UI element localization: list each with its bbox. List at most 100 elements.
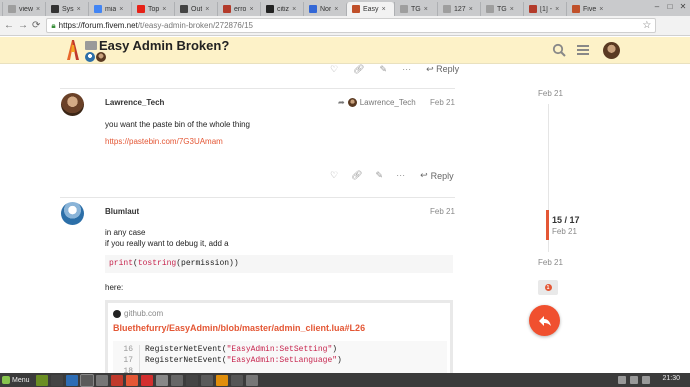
taskbar-app-icon[interactable]	[185, 374, 198, 386]
taskbar-app-icon[interactable]	[200, 374, 213, 386]
participant-avatar[interactable]	[85, 52, 95, 62]
browser-tab[interactable]: Nor ×	[303, 2, 346, 16]
reply-to-avatar	[347, 98, 357, 107]
taskbar-app-icon[interactable]	[155, 374, 168, 386]
tab-close-icon[interactable]: ×	[162, 6, 166, 13]
taskbar-app-icon[interactable]	[65, 374, 78, 386]
tab-favicon-icon	[400, 5, 408, 13]
bookmark-star-icon[interactable]: ☆	[642, 20, 651, 31]
tab-close-icon[interactable]: ×	[424, 6, 428, 13]
volume-icon[interactable]	[630, 376, 638, 384]
timeline-end-date[interactable]: Feb 21	[538, 258, 563, 267]
tab-close-icon[interactable]: ×	[292, 6, 296, 13]
tab-close-icon[interactable]: ×	[119, 6, 123, 13]
browser-tab[interactable]: Five ×	[566, 2, 609, 16]
line-number: 16	[123, 345, 133, 354]
taskbar-app-icon[interactable]	[35, 374, 48, 386]
battery-icon[interactable]	[642, 376, 650, 384]
tab-close-icon[interactable]: ×	[469, 6, 473, 13]
post-date[interactable]: Feb 21	[430, 207, 455, 216]
tab-close-icon[interactable]: ×	[77, 6, 81, 13]
reply-button[interactable]: ↩ Reply	[420, 170, 454, 181]
maximize-icon[interactable]: □	[665, 1, 675, 11]
onebox-file-link[interactable]: Bluethefurry/EasyAdmin/blob/master/admin…	[113, 323, 365, 333]
edit-icon[interactable]: ✎	[376, 170, 384, 181]
tab-title: erro	[234, 5, 247, 13]
post-body-line: here:	[105, 283, 124, 292]
pastebin-link[interactable]: https://pastebin.com/7G3UAmam	[105, 137, 223, 146]
share-link-icon[interactable]: 🔗︎	[351, 170, 362, 181]
search-icon[interactable]	[552, 43, 566, 57]
timeline-start-date[interactable]: Feb 21	[538, 89, 563, 98]
address-bar[interactable]: 🔒︎ https://forum.fivem.net/t/easy-admin-…	[46, 18, 657, 33]
back-icon[interactable]: ←	[4, 19, 14, 33]
start-menu-button[interactable]: Menu	[0, 376, 33, 384]
tab-title: [1] -	[540, 5, 553, 13]
share-link-icon[interactable]: 🔗︎	[353, 64, 364, 75]
browser-tab[interactable]: view ×	[2, 2, 45, 16]
browser-tab[interactable]: erro ×	[217, 2, 260, 16]
taskbar-app-icon[interactable]	[215, 374, 228, 386]
taskbar-app-icon[interactable]	[95, 374, 108, 386]
notifications-button[interactable]: 1	[538, 280, 558, 295]
tab-close-icon[interactable]: ×	[334, 6, 338, 13]
onebox-source: github.com	[113, 309, 163, 318]
tab-close-icon[interactable]: ×	[205, 6, 209, 13]
taskbar-app-icon[interactable]	[125, 374, 138, 386]
clock[interactable]: 21:30	[662, 375, 680, 382]
taskbar-app-icon[interactable]	[140, 374, 153, 386]
topic-title[interactable]: Easy Admin Broken?	[99, 38, 229, 53]
taskbar-app-icon[interactable]	[230, 374, 243, 386]
edit-icon[interactable]: ✎	[380, 64, 388, 75]
start-menu-label: Menu	[12, 376, 30, 384]
reply-arrow-icon: ➦	[338, 98, 345, 107]
browser-tab[interactable]: [1] - ×	[523, 2, 566, 16]
user-avatar[interactable]	[603, 42, 620, 59]
forward-icon[interactable]: →	[18, 19, 28, 33]
reload-icon[interactable]: ⟳	[32, 19, 40, 33]
participant-avatar[interactable]	[96, 52, 106, 62]
post-body-line: in any case	[105, 228, 146, 237]
browser-tab[interactable]: citiz ×	[260, 2, 303, 16]
like-icon[interactable]: ♡	[330, 64, 338, 75]
more-icon[interactable]: ⋯	[402, 64, 411, 75]
network-icon[interactable]	[618, 376, 626, 384]
more-icon[interactable]: ⋯	[396, 170, 405, 181]
post-actions: ♡ 🔗︎ ✎ ⋯ ↩ Reply	[330, 170, 454, 181]
like-icon[interactable]: ♡	[330, 170, 338, 181]
reply-button[interactable]: ↩ Reply	[426, 64, 459, 75]
browser-tab[interactable]: Easy ×	[346, 2, 394, 16]
tab-close-icon[interactable]: ×	[249, 6, 253, 13]
tab-close-icon[interactable]: ×	[382, 6, 386, 13]
close-window-icon[interactable]: ✕	[678, 1, 688, 11]
tab-close-icon[interactable]: ×	[510, 6, 514, 13]
browser-tab[interactable]: mia ×	[88, 2, 131, 16]
browser-tab[interactable]: Top ×	[131, 2, 174, 16]
browser-menu-icon[interactable]: ⋮	[686, 19, 690, 32]
reply-to-indicator[interactable]: ➦ Lawrence_Tech	[338, 98, 416, 107]
browser-tab[interactable]: TG ×	[480, 2, 523, 16]
post-avatar-lawrence[interactable]	[61, 93, 84, 116]
fivem-logo-icon[interactable]	[66, 40, 80, 60]
taskbar-app-icon[interactable]	[170, 374, 183, 386]
reply-fab-button[interactable]	[529, 305, 560, 336]
taskbar-app-icon[interactable]	[50, 374, 63, 386]
post-username[interactable]: Blumlaut	[105, 207, 139, 216]
taskbar-app-icon[interactable]	[245, 374, 258, 386]
browser-tab[interactable]: Out ×	[174, 2, 217, 16]
tab-close-icon[interactable]: ×	[555, 6, 559, 13]
browser-tab[interactable]: 127 ×	[437, 2, 480, 16]
post-username[interactable]: Lawrence_Tech	[105, 98, 164, 107]
taskbar-app-icon[interactable]	[79, 373, 94, 387]
taskbar-app-icon[interactable]	[110, 374, 123, 386]
tab-close-icon[interactable]: ×	[599, 6, 603, 13]
hamburger-menu-icon[interactable]	[576, 43, 590, 57]
timeline-handle[interactable]	[546, 210, 549, 240]
post-avatar-blumlaut[interactable]	[61, 202, 84, 225]
post-date[interactable]: Feb 21	[430, 98, 455, 107]
window-controls: – □ ✕	[652, 1, 688, 11]
browser-tab[interactable]: TG ×	[394, 2, 437, 16]
tab-close-icon[interactable]: ×	[36, 6, 40, 13]
browser-tab[interactable]: Sys ×	[45, 2, 88, 16]
minimize-icon[interactable]: –	[652, 1, 662, 11]
